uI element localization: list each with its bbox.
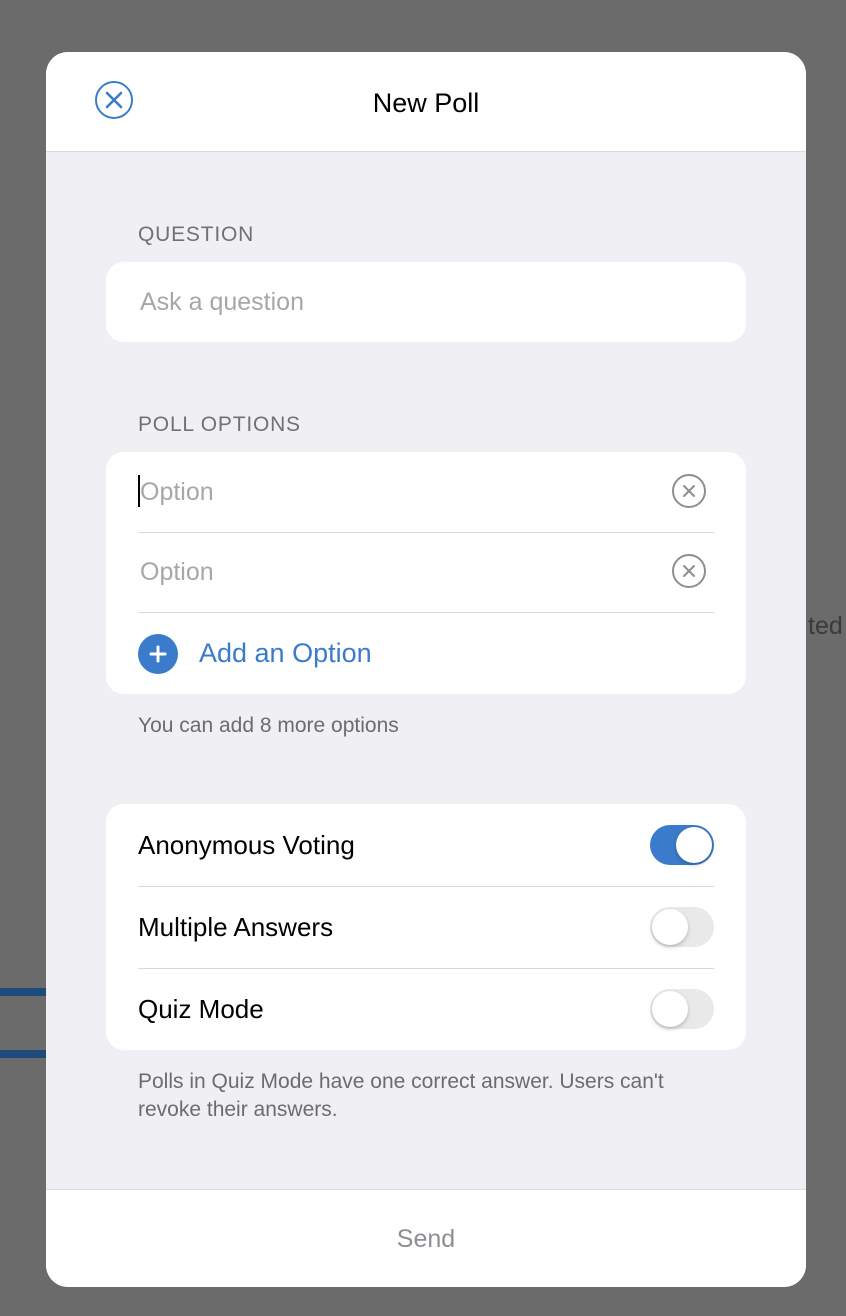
toggle-knob bbox=[676, 827, 712, 863]
add-option-label: Add an Option bbox=[199, 638, 372, 668]
question-section-label: QUESTION bbox=[138, 223, 255, 246]
modal-header: New Poll bbox=[46, 52, 806, 152]
option-row bbox=[138, 452, 714, 533]
quiz-mode-hint: Polls in Quiz Mode have one correct answ… bbox=[138, 1070, 664, 1121]
poll-options-card: Add an Option bbox=[106, 452, 746, 694]
remove-option-button-1[interactable] bbox=[672, 474, 706, 508]
quiz-mode-toggle[interactable] bbox=[650, 989, 714, 1029]
question-input[interactable] bbox=[140, 288, 710, 317]
setting-row-anonymous-voting: Anonymous Voting bbox=[138, 804, 714, 887]
multiple-answers-toggle[interactable] bbox=[650, 907, 714, 947]
remaining-options-hint: You can add 8 more options bbox=[138, 714, 399, 737]
multiple-answers-label: Multiple Answers bbox=[138, 912, 334, 942]
add-option-button[interactable]: Add an Option bbox=[138, 612, 714, 694]
modal-title: New Poll bbox=[372, 88, 480, 118]
modal-footer: Send bbox=[46, 1189, 806, 1287]
quiz-mode-label: Quiz Mode bbox=[138, 994, 264, 1024]
anonymous-voting-label: Anonymous Voting bbox=[138, 830, 355, 860]
send-button[interactable]: Send bbox=[46, 1190, 806, 1287]
plus-circle-icon bbox=[138, 634, 178, 674]
close-circle-icon bbox=[683, 565, 695, 577]
toggle-knob bbox=[652, 909, 688, 945]
option-input-2[interactable] bbox=[140, 558, 640, 587]
option-input-1[interactable] bbox=[140, 478, 640, 507]
remove-option-button-2[interactable] bbox=[672, 554, 706, 588]
setting-row-multiple-answers: Multiple Answers bbox=[138, 886, 714, 969]
close-circle-icon bbox=[683, 485, 695, 497]
background-partial-text: ted bbox=[808, 612, 843, 640]
background-divider bbox=[0, 1050, 48, 1058]
background-divider bbox=[0, 988, 48, 996]
setting-row-quiz-mode: Quiz Mode bbox=[138, 968, 714, 1050]
poll-settings-card: Anonymous Voting Multiple Answers Quiz M… bbox=[106, 804, 746, 1050]
option-row bbox=[138, 532, 714, 613]
new-poll-modal: New Poll QUESTION POLL OPTIONS bbox=[46, 52, 806, 1287]
question-card bbox=[106, 262, 746, 342]
toggle-knob bbox=[652, 991, 688, 1027]
poll-options-section-label: POLL OPTIONS bbox=[138, 413, 301, 436]
anonymous-voting-toggle[interactable] bbox=[650, 825, 714, 865]
